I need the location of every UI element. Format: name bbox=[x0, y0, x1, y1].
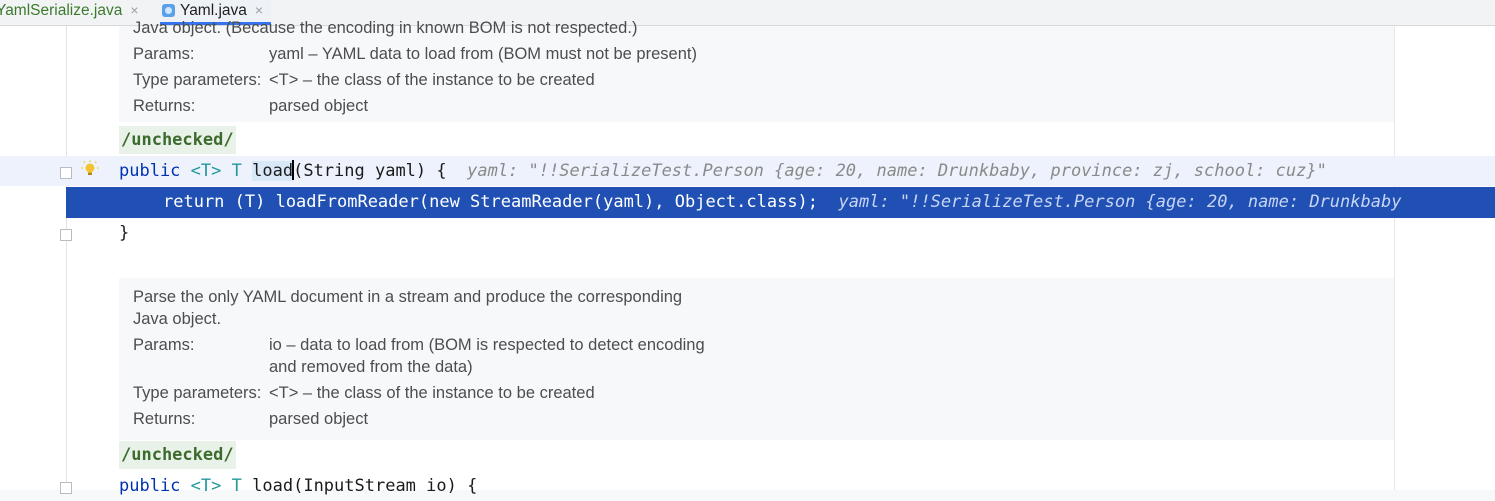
doc-params-label: Params: bbox=[133, 336, 195, 354]
annotation-unchecked[interactable]: /unchecked/ bbox=[119, 126, 236, 154]
code-editor[interactable]: Java object. (Because the encoding in kn… bbox=[0, 19, 1495, 496]
return-statement: return (T) loadFromReader(new StreamRead… bbox=[163, 192, 819, 212]
rendered-javadoc[interactable]: Java object. (Because the encoding in kn… bbox=[119, 19, 1394, 122]
signature-rest: (String yaml) { bbox=[293, 161, 447, 181]
rendered-javadoc[interactable]: Parse the only YAML document in a stream… bbox=[119, 278, 1394, 440]
doc-type-params-label: Type parameters: bbox=[133, 384, 262, 402]
doc-type-params-label: Type parameters: bbox=[133, 71, 262, 89]
signature-rest: (InputStream io) { bbox=[293, 476, 478, 496]
java-class-icon bbox=[162, 4, 175, 17]
return-type: T bbox=[231, 476, 242, 496]
type-parameter: <T> bbox=[190, 476, 222, 496]
code-line-method-signature[interactable]: public <T> T load(InputStream io) { bbox=[119, 471, 477, 501]
return-type: T bbox=[231, 161, 242, 181]
inline-value-hint: yaml: "!!SerializeTest.Person {age: 20, … bbox=[838, 192, 1402, 212]
annotation-unchecked[interactable]: /unchecked/ bbox=[119, 441, 236, 469]
doc-text: Java object. (Because the encoding in kn… bbox=[133, 19, 638, 37]
code-line-return[interactable]: return (T) loadFromReader(new StreamRead… bbox=[163, 187, 1401, 217]
doc-returns-value: parsed object bbox=[269, 97, 369, 115]
tab-label: YamlSerialize.java bbox=[0, 2, 123, 19]
fold-marker-icon[interactable] bbox=[60, 229, 72, 241]
doc-type-params-value: <T> – the class of the instance to be cr… bbox=[269, 384, 595, 402]
doc-params-value: and removed from the data) bbox=[269, 358, 473, 376]
inline-value-hint: yaml: "!!SerializeTest.Person {age: 20, … bbox=[467, 161, 1327, 181]
type-parameter: <T> bbox=[190, 161, 222, 181]
doc-text: Parse the only YAML document in a stream… bbox=[133, 288, 683, 306]
doc-type-params-value: <T> – the class of the instance to be cr… bbox=[269, 71, 595, 89]
doc-returns-label: Returns: bbox=[133, 410, 196, 428]
fold-marker-icon[interactable] bbox=[60, 167, 72, 179]
doc-params-value: yaml – YAML data to load from (BOM must … bbox=[269, 45, 697, 63]
fold-marker-icon[interactable] bbox=[60, 482, 72, 494]
code-line-method-signature[interactable]: public <T> T load(String yaml) { yaml: "… bbox=[119, 156, 1327, 186]
doc-params-value: io – data to load from (BOM is respected… bbox=[269, 336, 705, 354]
right-margin-guide bbox=[1394, 26, 1395, 490]
tab-label: Yaml.java bbox=[180, 2, 247, 19]
keyword: public bbox=[119, 476, 181, 496]
doc-returns-label: Returns: bbox=[133, 97, 196, 115]
method-name: load bbox=[252, 476, 294, 496]
code-line-close-brace[interactable]: } bbox=[119, 218, 129, 248]
keyword: public bbox=[119, 161, 181, 181]
doc-params-label: Params: bbox=[133, 45, 195, 63]
tab-yamlserialize[interactable]: YamlSerialize.java × bbox=[0, 0, 139, 25]
intention-bulb-icon[interactable] bbox=[81, 160, 99, 178]
close-icon[interactable]: × bbox=[130, 2, 138, 18]
close-icon[interactable]: × bbox=[255, 2, 263, 18]
doc-returns-value: parsed object bbox=[269, 410, 369, 428]
method-name: load bbox=[252, 161, 294, 181]
gutter-divider bbox=[66, 26, 67, 490]
doc-text: Java object. bbox=[133, 310, 222, 328]
